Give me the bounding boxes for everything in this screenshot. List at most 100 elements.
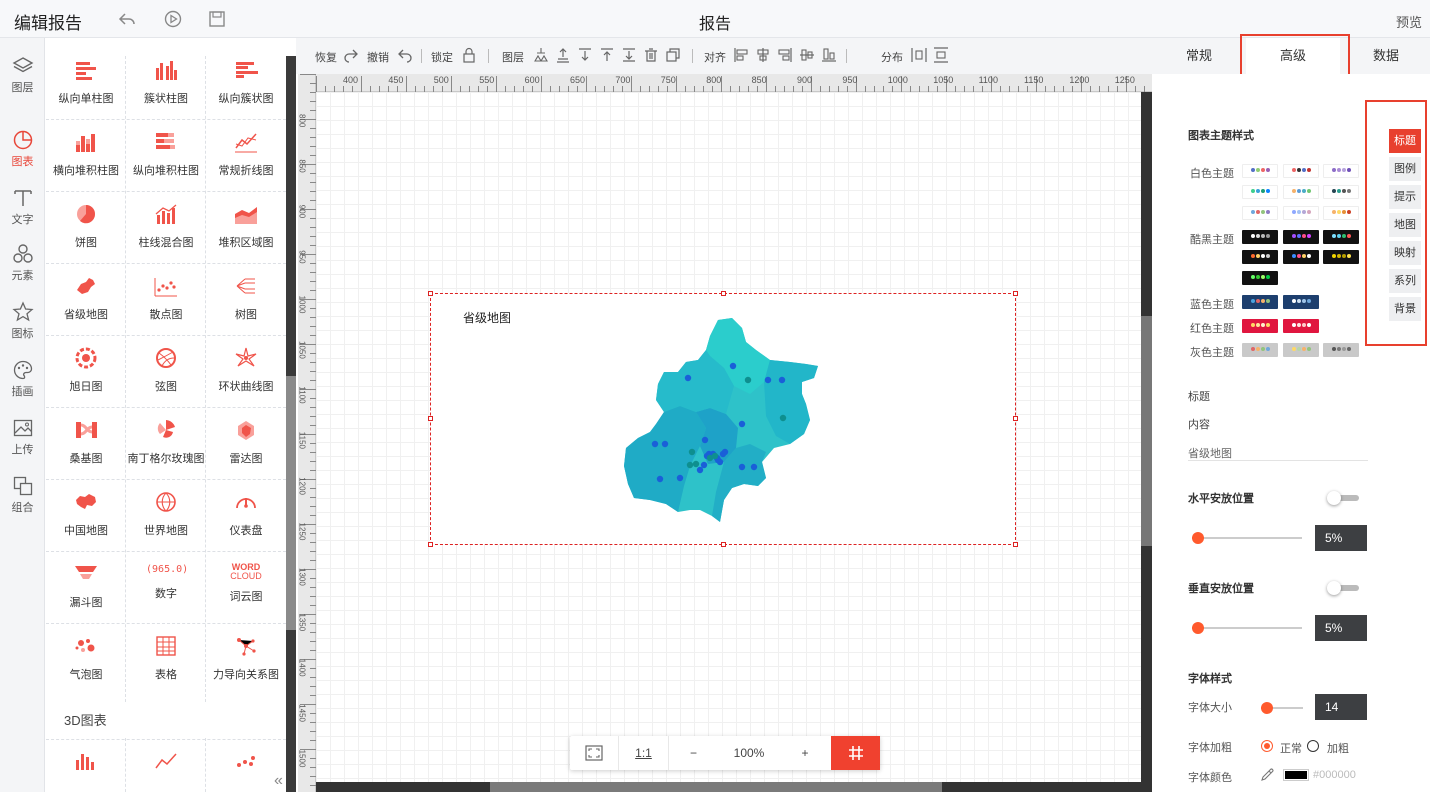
v-position-slider[interactable] xyxy=(1192,621,1302,635)
chart-type-3[interactable]: 纵向簇状图 xyxy=(206,48,286,120)
h-position-value[interactable]: 5% xyxy=(1315,525,1367,551)
undo-button[interactable]: 撤销 xyxy=(367,49,389,65)
resize-handle[interactable] xyxy=(1013,416,1018,421)
chart-type-7[interactable]: 饼图 xyxy=(46,192,126,264)
undo-icon[interactable] xyxy=(397,47,413,63)
theme-swatch-red[interactable] xyxy=(1242,319,1278,333)
distribute-v-icon[interactable] xyxy=(933,47,949,63)
rail-item-charts[interactable]: 图表 xyxy=(0,124,45,180)
h-position-toggle[interactable] xyxy=(1327,491,1359,505)
align-center-h-icon[interactable] xyxy=(755,47,771,63)
chart-type-26[interactable]: 表格 xyxy=(126,624,206,696)
preview-button[interactable]: 预览 xyxy=(1396,12,1422,31)
fit-screen-button[interactable] xyxy=(570,736,618,770)
resize-handle[interactable] xyxy=(428,416,433,421)
resize-handle[interactable] xyxy=(428,542,433,547)
collapse-panel-icon[interactable]: « xyxy=(274,772,283,790)
weight-bold-radio[interactable] xyxy=(1307,740,1319,752)
chart-type-18[interactable]: 雷达图 xyxy=(206,408,286,480)
layer-backward-icon[interactable] xyxy=(577,47,593,63)
chart-type-5[interactable]: 纵向堆积柱图 xyxy=(126,120,206,192)
redo-icon[interactable] xyxy=(343,47,359,63)
chart-type-23[interactable]: (965.0) 数字 xyxy=(126,552,206,624)
chart-type-2[interactable]: 簇状柱图 xyxy=(126,48,206,120)
layer-forward-icon[interactable] xyxy=(555,47,571,63)
theme-swatch-dark[interactable] xyxy=(1283,230,1319,244)
chart-type-27[interactable]: 力导向关系图 xyxy=(206,624,286,696)
chart-type-24[interactable]: WORD CLOUD 词云图 xyxy=(206,552,286,624)
theme-swatch-gray[interactable] xyxy=(1323,343,1359,357)
align-right-icon[interactable] xyxy=(777,47,793,63)
weight-normal-radio[interactable] xyxy=(1261,740,1273,752)
chart-3d-line[interactable] xyxy=(126,738,206,792)
rail-item-elements[interactable]: 元素 xyxy=(0,238,45,294)
v-position-toggle[interactable] xyxy=(1327,581,1359,595)
theme-swatch-dark[interactable] xyxy=(1242,230,1278,244)
chart-type-13[interactable]: 旭日图 xyxy=(46,336,126,408)
lock-icon[interactable] xyxy=(461,47,477,63)
theme-swatch-dark[interactable] xyxy=(1323,250,1359,264)
layer-bring-front-icon[interactable] xyxy=(533,47,549,63)
chart-type-11[interactable]: 散点图 xyxy=(126,264,206,336)
theme-swatch-blue[interactable] xyxy=(1283,295,1319,309)
chart-type-15[interactable]: 环状曲线图 xyxy=(206,336,286,408)
resize-handle[interactable] xyxy=(721,291,726,296)
distribute-h-icon[interactable] xyxy=(911,47,927,63)
chart-type-10[interactable]: 省级地图 xyxy=(46,264,126,336)
theme-swatch-white[interactable] xyxy=(1323,164,1359,178)
layer-top-icon[interactable] xyxy=(599,47,615,63)
actual-size-button[interactable]: 1:1 xyxy=(618,736,668,770)
align-top-icon[interactable] xyxy=(799,47,815,63)
theme-swatch-dark[interactable] xyxy=(1242,271,1278,285)
copy-icon[interactable] xyxy=(665,47,681,63)
theme-swatch-white[interactable] xyxy=(1283,164,1319,178)
theme-swatch-white[interactable] xyxy=(1283,206,1319,220)
theme-swatch-gray[interactable] xyxy=(1283,343,1319,357)
chart-type-6[interactable]: 常规折线图 xyxy=(206,120,286,192)
theme-swatch-white[interactable] xyxy=(1242,185,1278,199)
canvas-vertical-scroll-thumb[interactable] xyxy=(1141,316,1152,546)
theme-swatch-blue[interactable] xyxy=(1242,295,1278,309)
font-color-swatch[interactable] xyxy=(1283,769,1309,781)
chart-type-17[interactable]: 南丁格尔玫瑰图 xyxy=(126,408,206,480)
chart-type-21[interactable]: 仪表盘 xyxy=(206,480,286,552)
chart-type-12[interactable]: 树图 xyxy=(206,264,286,336)
chart-type-1[interactable]: 纵向单柱图 xyxy=(46,48,126,120)
theme-swatch-dark[interactable] xyxy=(1242,250,1278,264)
resize-handle[interactable] xyxy=(428,291,433,296)
title-content-input[interactable]: 省级地图 xyxy=(1188,445,1368,461)
chart-type-19[interactable]: 中国地图 xyxy=(46,480,126,552)
eyedropper-icon[interactable] xyxy=(1260,768,1274,782)
v-position-value[interactable]: 5% xyxy=(1315,615,1367,641)
chart-type-25[interactable]: 气泡图 xyxy=(46,624,126,696)
rail-item-layers[interactable]: 图层 xyxy=(0,50,45,106)
chart-type-9[interactable]: 堆积区域图 xyxy=(206,192,286,264)
zoom-in-button[interactable]: + xyxy=(780,736,830,770)
tab-normal[interactable]: 常规 xyxy=(1152,38,1246,74)
resize-handle[interactable] xyxy=(1013,291,1018,296)
theme-swatch-dark[interactable] xyxy=(1323,230,1359,244)
font-size-value[interactable]: 14 xyxy=(1315,694,1367,720)
align-left-icon[interactable] xyxy=(733,47,749,63)
theme-swatch-white[interactable] xyxy=(1283,185,1319,199)
theme-swatch-white[interactable] xyxy=(1323,206,1359,220)
theme-swatch-white[interactable] xyxy=(1242,164,1278,178)
theme-swatch-dark[interactable] xyxy=(1283,250,1319,264)
rail-item-icons[interactable]: 图标 xyxy=(0,296,45,352)
chart-type-20[interactable]: 世界地图 xyxy=(126,480,206,552)
redo-button[interactable]: 恢复 xyxy=(315,49,337,65)
theme-swatch-white[interactable] xyxy=(1323,185,1359,199)
canvas-horizontal-scroll-thumb[interactable] xyxy=(490,782,942,792)
resize-handle[interactable] xyxy=(1013,542,1018,547)
chart-type-16[interactable]: 桑基图 xyxy=(46,408,126,480)
rail-item-upload[interactable]: 上传 xyxy=(0,412,45,468)
theme-swatch-gray[interactable] xyxy=(1242,343,1278,357)
chart-3d-bar[interactable] xyxy=(46,738,126,792)
chart-type-14[interactable]: 弦图 xyxy=(126,336,206,408)
theme-swatch-white[interactable] xyxy=(1242,206,1278,220)
chart-type-22[interactable]: 漏斗图 xyxy=(46,552,126,624)
font-size-slider[interactable] xyxy=(1261,701,1303,715)
rail-item-illustrations[interactable]: 插画 xyxy=(0,354,45,410)
rail-item-text[interactable]: 文字 xyxy=(0,182,45,238)
align-bottom-icon[interactable] xyxy=(821,47,837,63)
